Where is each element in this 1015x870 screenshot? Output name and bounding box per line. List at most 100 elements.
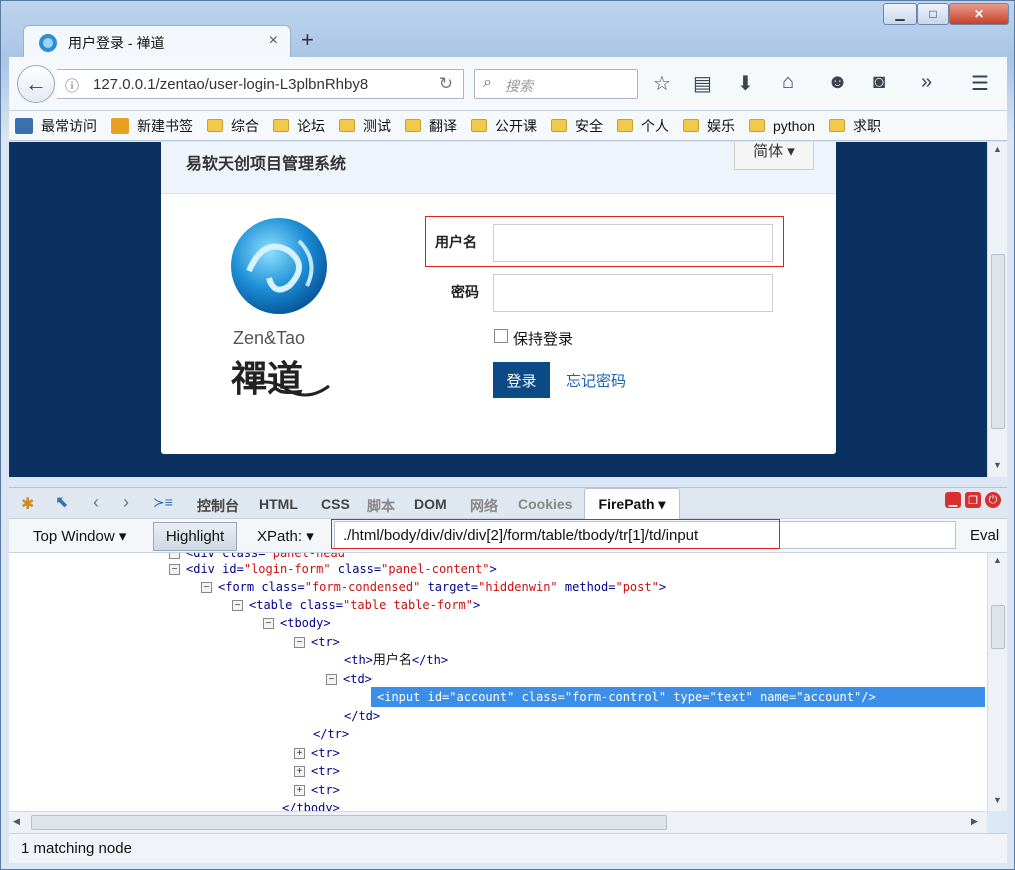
scrollbar-thumb[interactable] — [31, 815, 667, 830]
scroll-up-icon[interactable]: ▲ — [993, 555, 1002, 565]
tree-row-tr-collapsed[interactable]: + <tr> — [294, 781, 340, 799]
remember-checkbox[interactable] — [494, 329, 508, 343]
scroll-down-icon[interactable]: ▼ — [993, 795, 1002, 805]
bookmark-item[interactable]: 公开课 — [471, 116, 537, 136]
smiley-icon[interactable]: ☻ — [827, 71, 848, 94]
bookmarks-toolbar: 最常访问 新建书签 综合 论坛 测试 翻译 公开课 安全 个人 娱乐 pytho… — [9, 111, 1007, 141]
bookmark-item[interactable]: 测试 — [339, 116, 391, 136]
bookmark-item[interactable]: 翻译 — [405, 116, 457, 136]
page-viewport: 易软天创项目管理系统 简体 ▾ Zen&Tao 禪道 用户名 密码 保持登录 登… — [9, 142, 987, 477]
reading-list-icon[interactable]: ▤ — [693, 71, 712, 96]
bookmark-item[interactable]: 新建书签 — [111, 116, 193, 136]
scroll-right-icon[interactable]: ▶ — [971, 816, 978, 827]
command-line-icon[interactable]: ≻≡ — [153, 494, 173, 511]
folder-icon — [207, 119, 223, 132]
bookmark-label: 个人 — [641, 117, 669, 134]
folder-icon — [471, 119, 487, 132]
scroll-left-icon[interactable]: ◀ — [13, 816, 20, 827]
back-button[interactable]: ← — [17, 65, 55, 103]
menu-icon[interactable]: ☰ — [971, 71, 989, 96]
bookmark-label: 翻译 — [429, 117, 457, 134]
back-arrow-icon: ← — [25, 71, 47, 96]
tree-row-tr-collapsed[interactable]: + <tr> — [294, 762, 340, 780]
pocket-icon[interactable]: ◙ — [873, 71, 885, 94]
bookmark-item[interactable]: 个人 — [617, 116, 669, 136]
new-tab-button[interactable]: + — [301, 27, 314, 53]
bookmark-item[interactable]: 求职 — [829, 116, 881, 136]
page-scrollbar[interactable]: ▲ ▼ — [987, 142, 1007, 477]
tab-cookies[interactable]: Cookies — [518, 496, 572, 512]
bookmark-star-icon[interactable]: ☆ — [653, 71, 671, 96]
bookmark-label: 最常访问 — [41, 117, 97, 134]
tab-css[interactable]: CSS — [321, 496, 350, 512]
search-box[interactable]: ⌕ 搜索 — [474, 69, 638, 99]
tree-row-table[interactable]: − <table class="table table-form"> — [232, 596, 480, 614]
bookmark-label: 公开课 — [495, 117, 537, 134]
language-dropdown[interactable]: 简体 ▾ — [734, 142, 814, 170]
url-bar[interactable]: ⓘ 127.0.0.1/zentao/user-login-L3plbnRhby… — [57, 69, 464, 99]
tab-close-icon[interactable]: × — [269, 32, 278, 50]
username-input[interactable] — [493, 224, 773, 262]
tree-row-tr[interactable]: − <tr> — [294, 633, 340, 651]
scroll-down-icon[interactable]: ▼ — [993, 460, 1002, 470]
selected-node-row[interactable]: <input id="account" class="form-control"… — [371, 687, 985, 707]
reload-icon[interactable]: ↻ — [439, 74, 453, 94]
scroll-up-icon[interactable]: ▲ — [993, 144, 1002, 154]
bookmark-item[interactable]: 综合 — [207, 116, 259, 136]
inspect-icon[interactable]: ⬉ — [55, 492, 68, 512]
bookmark-item[interactable]: 论坛 — [273, 116, 325, 136]
tree-row-tr-collapsed[interactable]: + <tr> — [294, 744, 340, 762]
tab-network[interactable]: 网络 — [470, 496, 498, 516]
bookmark-label: 娱乐 — [707, 117, 735, 134]
tree-scrollbar[interactable]: ▲ ▼ — [987, 553, 1007, 811]
remember-label[interactable]: 保持登录 — [513, 328, 573, 349]
bookmark-item[interactable]: 最常访问 — [15, 116, 97, 136]
tree-row-td-close[interactable]: </td> — [344, 707, 380, 725]
tree-horizontal-scrollbar[interactable]: ◀ ▶ — [9, 811, 987, 833]
logo-glyphs: 禪道 — [231, 358, 304, 400]
power-icon[interactable]: ⏻ — [985, 492, 1001, 508]
eval-button[interactable]: Eval — [970, 527, 999, 544]
tree-row-login-form[interactable]: − <div id="login-form" class="panel-conte… — [169, 560, 497, 578]
highlight-button[interactable]: Highlight — [153, 522, 237, 551]
top-window-dropdown[interactable]: Top Window ▾ — [33, 527, 126, 545]
bookmark-item[interactable]: 安全 — [551, 116, 603, 136]
bookmark-item[interactable]: 娱乐 — [683, 116, 735, 136]
maximize-button[interactable]: □ — [917, 3, 949, 25]
bookmark-label: 综合 — [231, 117, 259, 134]
tree-row-tbody[interactable]: − <tbody> — [263, 614, 331, 632]
detach-firebug-icon[interactable]: ❐ — [965, 492, 981, 508]
login-button[interactable]: 登录 — [493, 362, 550, 398]
forgot-password-link[interactable]: 忘记密码 — [566, 370, 626, 391]
hao-icon — [111, 117, 129, 134]
tree-row-td[interactable]: − <td> — [326, 670, 372, 688]
download-icon[interactable]: ⬇ — [737, 71, 754, 96]
firepath-toolbar: Top Window ▾ Highlight XPath: ▾ ./html/b… — [9, 519, 1007, 553]
scrollbar-thumb[interactable] — [991, 605, 1005, 649]
close-window-button[interactable]: ✕ — [949, 3, 1009, 25]
firebug-bug-icon[interactable]: ✱ — [21, 494, 34, 514]
back-chevron-icon[interactable]: ‹ — [93, 492, 99, 513]
tree-row-tbody-close[interactable]: </tbody> — [282, 799, 340, 811]
tab-title: 用户登录 - 禅道 — [68, 35, 165, 51]
tab-zentao-login[interactable]: 用户登录 - 禅道 × — [23, 25, 291, 57]
password-input[interactable] — [493, 274, 773, 312]
scrollbar-thumb[interactable] — [991, 254, 1005, 429]
tab-firepath[interactable]: FirePath ▾ — [584, 488, 680, 520]
minimize-firebug-icon[interactable]: ▁ — [945, 492, 961, 508]
tree-row-form[interactable]: − <form class="form-condensed" target="hi… — [201, 578, 666, 596]
overflow-chevron-icon[interactable]: » — [921, 71, 932, 94]
xpath-dropdown[interactable]: XPath: ▾ — [257, 527, 314, 545]
home-icon[interactable]: ⌂ — [782, 71, 794, 94]
url-text[interactable]: 127.0.0.1/zentao/user-login-L3plbnRhby8 — [93, 76, 423, 93]
bookmark-item[interactable]: python — [749, 118, 815, 134]
info-icon[interactable]: ⓘ — [65, 76, 79, 96]
minimize-button[interactable]: ▁ — [883, 3, 917, 25]
tab-dom[interactable]: DOM — [414, 496, 447, 512]
tab-script[interactable]: 脚本 — [367, 496, 395, 516]
tree-row-tr-close[interactable]: </tr> — [313, 725, 349, 743]
forward-chevron-icon[interactable]: › — [123, 492, 129, 513]
tree-row-th[interactable]: <th>用户名</th> — [344, 651, 448, 669]
tab-html[interactable]: HTML — [259, 496, 298, 512]
tab-console[interactable]: 控制台 — [197, 496, 239, 516]
